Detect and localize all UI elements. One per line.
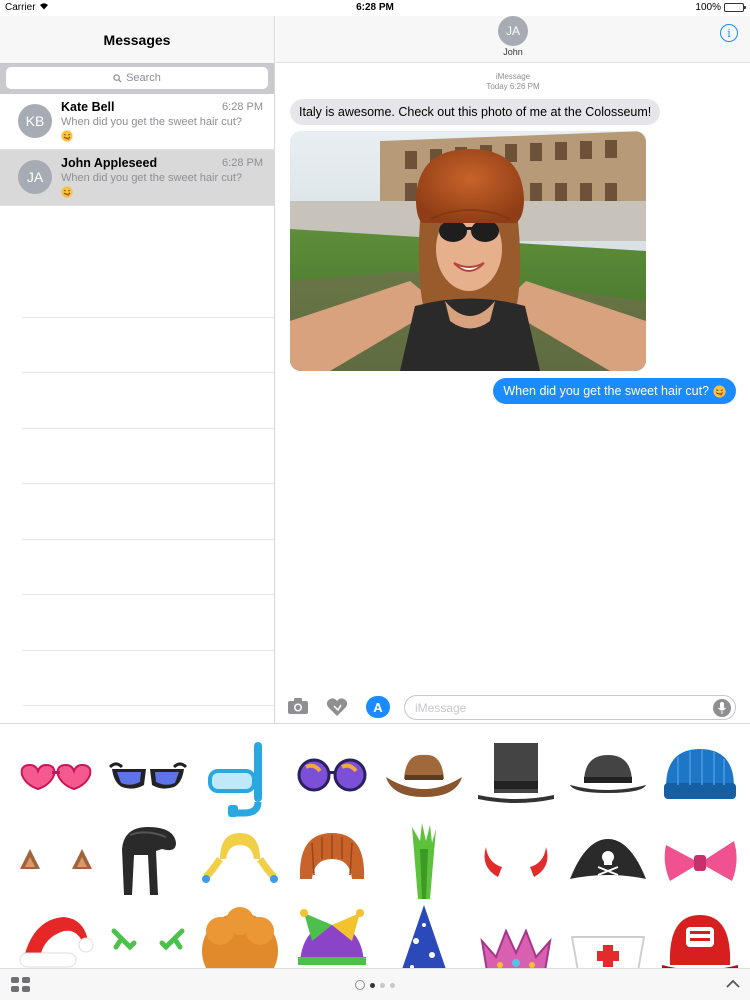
messages-title: Messages: [103, 31, 171, 48]
search-placeholder: Search: [126, 72, 161, 84]
search-icon: [113, 73, 122, 83]
status-bar: Carrier 6:28 PM 100%: [0, 0, 750, 16]
app-store-button[interactable]: A: [366, 696, 390, 718]
message-meta: iMessage Today 6:26 PM: [276, 72, 750, 92]
blonde-braids-wig-sticker[interactable]: [198, 819, 282, 903]
page-dot-active: [370, 982, 375, 988]
app-drawer-bar: [0, 968, 750, 1000]
red-devil-horns-sticker[interactable]: [474, 819, 558, 903]
conversation-time: 6:28 PM: [222, 101, 263, 113]
conversation-row-john-appleseed[interactable]: JA John Appleseed 6:28 PM When did you g…: [0, 150, 274, 206]
pirate-hat-sticker[interactable]: [566, 819, 650, 903]
digital-touch-heart-icon: [326, 698, 348, 716]
face-tongue-wink-icon: [713, 384, 726, 398]
nurse-cap-sticker[interactable]: [566, 901, 650, 968]
conversation-list-pane: Messages Search KB Kate Bell 6:28 PM Whe…: [0, 16, 275, 723]
conversation-row-kate-bell[interactable]: KB Kate Bell 6:28 PM When did you get th…: [0, 94, 274, 150]
top-hat-sticker[interactable]: [474, 737, 558, 821]
page-indicator[interactable]: [0, 980, 750, 990]
heart-sunglasses-sticker[interactable]: [14, 737, 98, 821]
service-label: iMessage: [495, 72, 531, 81]
battery-icon: [724, 3, 746, 12]
compose-bar: A iMessage: [276, 689, 750, 723]
battery-indicator: 100%: [695, 2, 746, 13]
expand-drawer-button[interactable]: [726, 976, 740, 994]
snorkel-mask-sticker[interactable]: [198, 737, 282, 821]
message-timestamp: Today 6:26 PM: [486, 82, 540, 91]
battery-percent: 100%: [695, 2, 721, 13]
sticker-drawer: [0, 723, 750, 968]
camera-button[interactable]: [287, 697, 309, 717]
chevron-up-icon: [726, 979, 740, 988]
microphone-icon: [718, 702, 726, 714]
face-tongue-wink-icon: [61, 130, 73, 142]
orange-afro-wig-sticker[interactable]: [198, 901, 282, 968]
black-pompadour-wig-sticker[interactable]: [106, 819, 190, 903]
photo-message[interactable]: [290, 131, 646, 371]
conversation-pane: JA John i iMessage Today 6:26 PM Italy i…: [276, 16, 750, 723]
santa-hat-sticker[interactable]: [14, 901, 98, 968]
orange-bowl-wig-sticker[interactable]: [290, 819, 374, 903]
app-store-icon: A: [373, 699, 383, 715]
outgoing-message-bubble[interactable]: When did you get the sweet hair cut?: [493, 378, 736, 404]
cowboy-hat-sticker[interactable]: [382, 737, 466, 821]
search-input[interactable]: Search: [6, 67, 268, 89]
message-text: Italy is awesome. Check out this photo o…: [299, 105, 652, 119]
microphone-button[interactable]: [713, 699, 731, 717]
conversation-preview: When did you get the sweet hair cut?: [61, 172, 242, 184]
blue-beanie-sticker[interactable]: [658, 737, 742, 821]
conversation-name: Kate Bell: [61, 100, 115, 114]
conversation-header: JA John i: [276, 16, 750, 63]
conversation-name: John Appleseed: [61, 156, 158, 170]
contact-name[interactable]: John: [276, 47, 750, 57]
conversation-preview: When did you get the sweet hair cut?: [61, 116, 242, 128]
avatar: JA: [18, 160, 52, 194]
bowler-hat-sticker[interactable]: [566, 737, 650, 821]
green-antlers-sticker[interactable]: [106, 901, 190, 968]
avatar: KB: [18, 104, 52, 138]
contact-avatar[interactable]: JA: [498, 16, 528, 46]
face-tongue-wink-icon: [61, 186, 73, 198]
cat-ears-sticker[interactable]: [14, 819, 98, 903]
status-time: 6:28 PM: [356, 2, 394, 13]
message-input-placeholder: iMessage: [415, 700, 467, 715]
round-goggles-sticker[interactable]: [290, 737, 374, 821]
colosseum-selfie-photo: [290, 131, 646, 371]
recent-clock-icon: [355, 980, 365, 990]
page-dot: [390, 982, 395, 988]
digital-touch-button[interactable]: [326, 697, 348, 717]
jester-hat-sticker[interactable]: [290, 901, 374, 968]
info-button[interactable]: i: [720, 24, 738, 42]
messages-header: Messages: [0, 16, 274, 63]
search-bar: Search: [0, 63, 274, 94]
empty-list-area: [22, 262, 274, 706]
message-text: When did you get the sweet hair cut?: [503, 384, 709, 398]
info-icon: i: [727, 26, 731, 40]
conversation-time: 6:28 PM: [222, 157, 263, 169]
wizard-hat-sticker[interactable]: [382, 901, 466, 968]
incoming-message-bubble[interactable]: Italy is awesome. Check out this photo o…: [290, 99, 661, 125]
message-input[interactable]: iMessage: [404, 695, 736, 720]
pink-crown-sticker[interactable]: [474, 901, 558, 968]
camera-icon: [288, 698, 308, 714]
fire-chief-helmet-sticker[interactable]: [658, 901, 742, 968]
blue-lens-sunglasses-sticker[interactable]: [106, 737, 190, 821]
page-dot: [380, 982, 385, 988]
pink-bow-tie-sticker[interactable]: [658, 819, 742, 903]
green-mohawk-sticker[interactable]: [382, 819, 466, 903]
